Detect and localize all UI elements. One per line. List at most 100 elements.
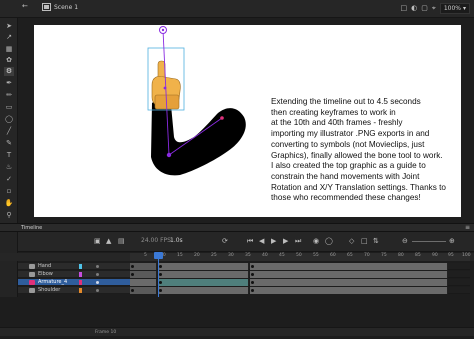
layer-name-cell[interactable]: Elbow (18, 271, 130, 278)
brush-tool-icon[interactable]: ✏ (4, 91, 14, 100)
keyframe[interactable] (159, 265, 162, 268)
layer-row-armature[interactable]: Armature_4 (0, 279, 474, 286)
frame-span[interactable] (158, 271, 249, 278)
frame-span[interactable] (158, 263, 249, 270)
keyframe[interactable] (251, 281, 254, 284)
keyframe[interactable] (131, 289, 134, 292)
stage-canvas[interactable]: Extending the timeline out to 4.5 second… (34, 25, 461, 217)
lasso-icon[interactable]: ✿ (4, 56, 14, 65)
timeline-zoom-in-icon[interactable]: ⊕ (449, 237, 455, 245)
bone-tool-icon[interactable]: ⚙ (4, 67, 14, 76)
frame-span[interactable] (250, 263, 448, 270)
bone-joint-middle (166, 152, 172, 158)
frame-span[interactable] (130, 263, 157, 270)
visibility-dot-icon[interactable] (96, 289, 99, 292)
symbol-icon[interactable]: ◐ (411, 5, 417, 12)
play-icon[interactable]: ▶ (271, 237, 276, 245)
layer-list: Hand Elbow Armature_4 Shoulder (0, 261, 474, 297)
back-arrow-icon[interactable]: ← (22, 3, 28, 10)
tick-label: 90 (432, 253, 438, 258)
line-tool-icon[interactable]: ╱ (4, 127, 14, 136)
timeline-zoom-out-icon[interactable]: ⊖ (402, 237, 408, 245)
keyframe[interactable] (251, 265, 254, 268)
visibility-dot-icon[interactable] (96, 265, 99, 268)
oval-tool-icon[interactable]: ◯ (4, 115, 14, 124)
keyframe[interactable] (251, 289, 254, 292)
scene-selector[interactable]: Scene 1 (42, 3, 78, 11)
keyframe[interactable] (159, 289, 162, 292)
onion-skin-icon[interactable]: ◉ (313, 237, 319, 245)
caption-line: converting to symbols (not Movieclips, j… (271, 139, 425, 149)
frame-span[interactable] (158, 287, 249, 294)
keyframe[interactable] (131, 273, 134, 276)
frame-span[interactable] (250, 279, 448, 286)
frame-track[interactable] (130, 263, 470, 270)
tween-icon[interactable]: ⇅ (373, 237, 379, 245)
layer-name-cell[interactable]: Hand (18, 263, 130, 270)
visibility-dot-icon[interactable] (96, 273, 99, 276)
tick-label: 25 (211, 253, 217, 258)
last-frame-icon[interactable]: ⏭ (295, 237, 301, 246)
hand-tool-icon[interactable]: ✋ (4, 199, 14, 208)
zoom-tool-icon[interactable]: ⚲ (4, 211, 14, 220)
layer-row-hand[interactable]: Hand (0, 263, 474, 270)
pose-tween-span[interactable] (158, 279, 249, 286)
step-forward-icon[interactable]: ▶ (283, 237, 288, 245)
frame-span[interactable] (250, 271, 448, 278)
timeline-zoom-slider[interactable] (412, 241, 446, 242)
center-stage-icon[interactable]: ⌖ (432, 5, 436, 12)
free-transform-icon[interactable]: ▦ (4, 45, 14, 54)
step-back-icon[interactable]: ◀ (259, 237, 264, 245)
keyframe[interactable] (131, 265, 134, 268)
frame-track[interactable] (130, 271, 470, 278)
visibility-dot-icon[interactable] (96, 281, 99, 284)
rectangle-tool-icon[interactable]: ▭ (4, 103, 14, 112)
caption-line: Rotation and X/Y Translation settings. T… (271, 182, 446, 192)
seconds-readout[interactable]: 1.0s (170, 237, 183, 244)
frame-span[interactable] (130, 271, 157, 278)
keyframe[interactable] (159, 273, 162, 276)
frame-track[interactable] (130, 279, 470, 286)
pen-tool-icon[interactable]: ✒ (4, 79, 14, 88)
keyframe[interactable] (251, 273, 254, 276)
text-tool-icon[interactable]: T (4, 151, 14, 160)
frame-span[interactable] (250, 287, 448, 294)
frame-ruler[interactable]: 5 10 15 20 25 30 35 40 45 50 55 60 65 70… (130, 253, 471, 261)
insert-keyframe-icon[interactable]: ◇ (349, 237, 354, 245)
fps-readout[interactable]: 24.00 FPS (141, 237, 171, 244)
subselection-tool-icon[interactable]: ↗ (4, 33, 14, 42)
layer-color-swatch[interactable] (79, 272, 82, 277)
timeline-title[interactable]: Timeline (21, 225, 42, 231)
onion-skin-outline-icon[interactable]: ◯ (325, 237, 333, 245)
layer-color-swatch[interactable] (79, 288, 82, 293)
playhead-handle[interactable] (154, 252, 163, 259)
panel-menu-icon[interactable]: ≡ (465, 224, 470, 231)
first-frame-icon[interactable]: ⏮ (247, 237, 253, 246)
layer-name-cell[interactable]: Armature_4 (18, 279, 130, 286)
keyframe[interactable] (159, 281, 162, 284)
layer-row-shoulder[interactable]: Shoulder (0, 287, 474, 294)
layer-parenting-icon[interactable]: ▲ (106, 237, 111, 245)
pencil-tool-icon[interactable]: ✎ (4, 139, 14, 148)
caption-line: importing my illustrator .PNG exports in… (271, 129, 430, 139)
loop-icon[interactable]: ⟳ (222, 237, 228, 245)
frame-span[interactable] (130, 279, 157, 286)
selection-tool-icon[interactable]: ➤ (4, 22, 14, 31)
frame-span[interactable] (130, 287, 157, 294)
layer-row-elbow[interactable]: Elbow (0, 271, 474, 278)
add-layer-icon[interactable]: ▤ (118, 237, 125, 245)
insert-blank-keyframe-icon[interactable]: □ (361, 237, 368, 245)
tick-label: 20 (194, 253, 200, 258)
paint-bucket-icon[interactable]: ♨ (4, 163, 14, 172)
crop-icon[interactable]: ▢ (421, 5, 428, 12)
layer-color-swatch[interactable] (79, 280, 82, 285)
layer-color-swatch[interactable] (79, 264, 82, 269)
eraser-icon[interactable]: ▫ (4, 187, 14, 196)
eyedropper-icon[interactable]: ✓ (4, 175, 14, 184)
camera-icon[interactable]: ▣ (94, 237, 101, 245)
layer-icon (29, 272, 35, 277)
edit-symbol-icon[interactable]: □ (401, 5, 408, 12)
frame-track[interactable] (130, 287, 470, 294)
zoom-dropdown[interactable]: 100% ▾ (439, 3, 470, 14)
layer-name-cell[interactable]: Shoulder (18, 287, 130, 294)
